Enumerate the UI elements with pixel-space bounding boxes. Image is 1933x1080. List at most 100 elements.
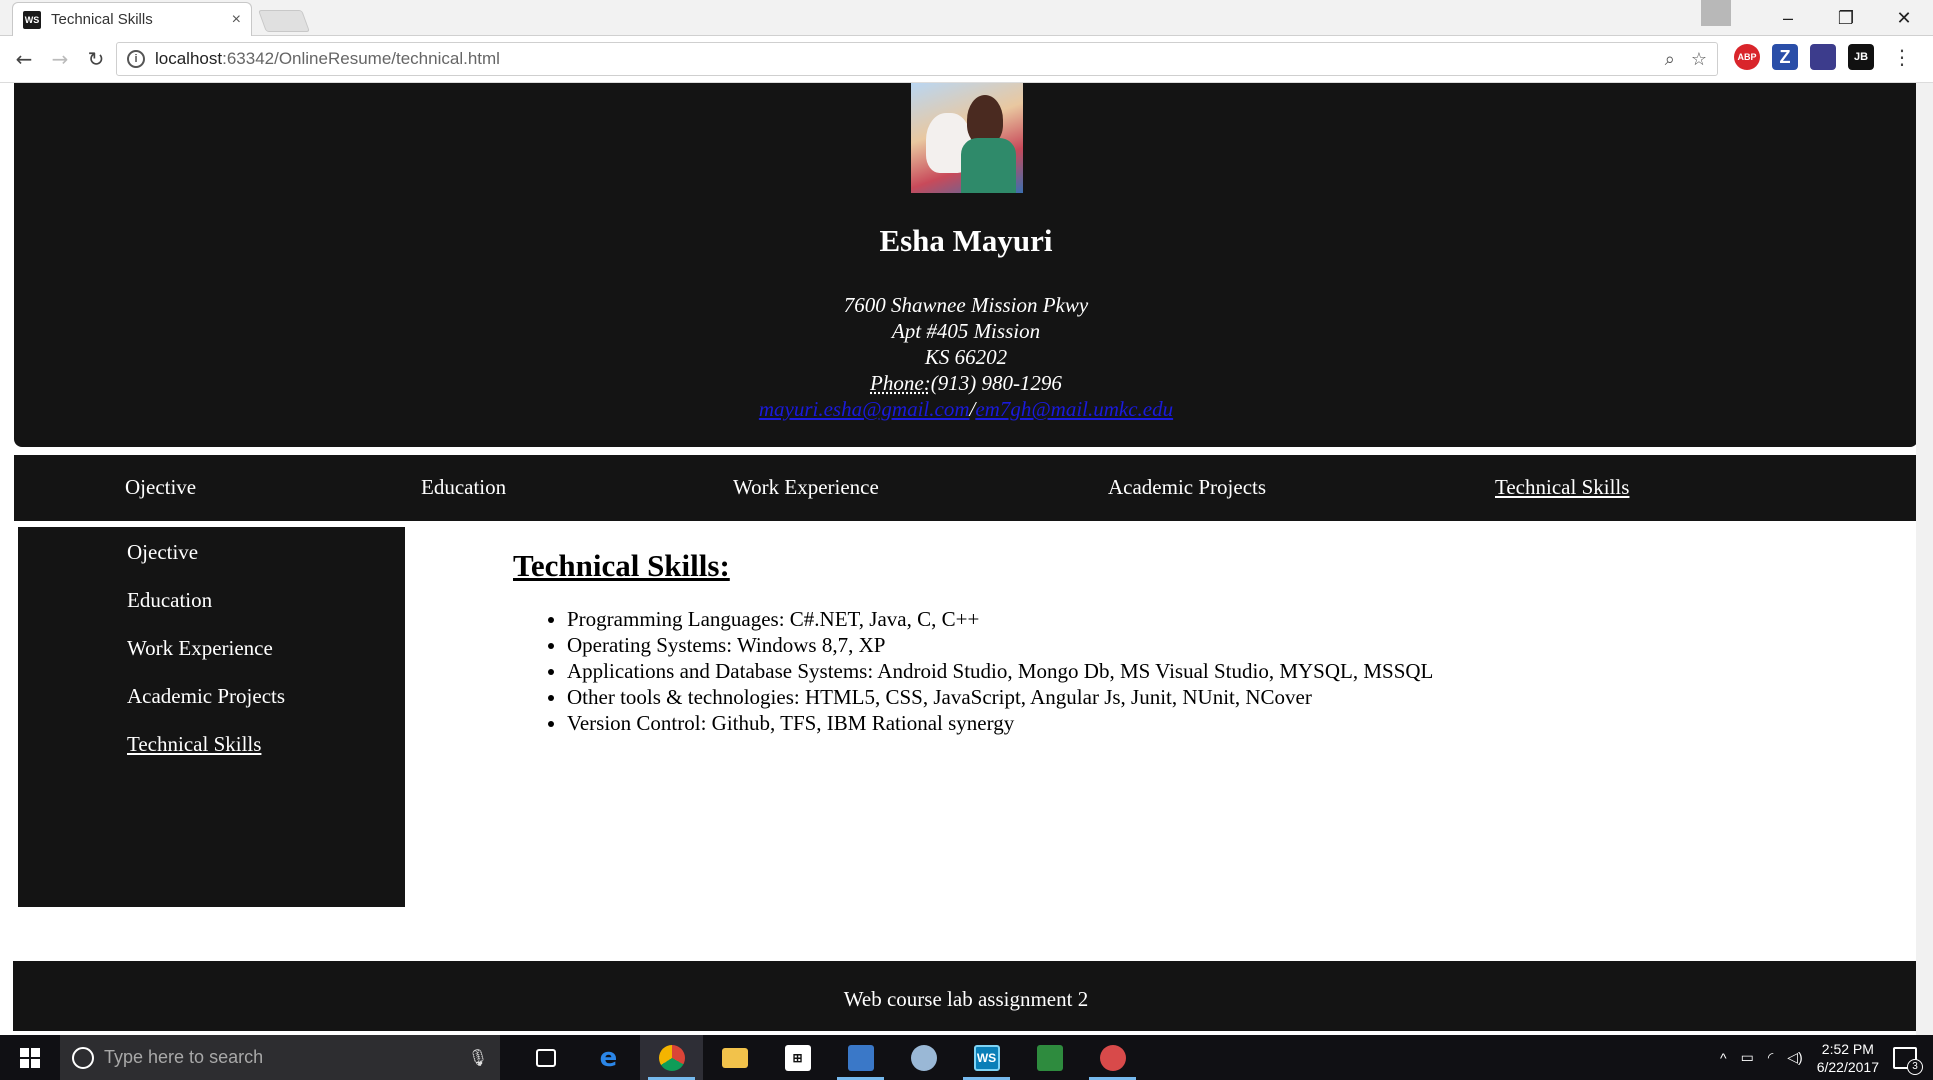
skill-item: Applications and Database Systems: Andro… [567, 658, 1813, 684]
taskbar-edge[interactable]: e [577, 1035, 640, 1080]
skill-item: Other tools & technologies: HTML5, CSS, … [567, 684, 1813, 710]
taskbar-search-placeholder: Type here to search [104, 1047, 264, 1067]
taskbar-search-box[interactable]: Type here to search 🎙 [60, 1035, 500, 1080]
back-button[interactable]: ← [6, 41, 42, 77]
adblock-extension-icon[interactable]: ABP [1734, 44, 1760, 70]
topnav-work-experience[interactable]: Work Experience [733, 475, 879, 500]
taskbar-store[interactable]: ⊞ [766, 1035, 829, 1080]
jetbrains-extension-icon[interactable]: JB [1848, 44, 1874, 70]
address-line-3: KS 66202 [924, 345, 1008, 369]
browser-tab[interactable]: WS Technical Skills × [12, 2, 252, 36]
minimize-button[interactable]: – [1759, 0, 1817, 36]
folder-icon [721, 1047, 748, 1068]
taskbar-app-snipping[interactable] [1081, 1035, 1144, 1080]
email-link-umkc[interactable]: em7gh@mail.umkc.edu [975, 397, 1173, 421]
address-bar[interactable]: i localhost:63342/OnlineResume/technical… [116, 42, 1718, 76]
skill-item: Programming Languages: C#.NET, Java, C, … [567, 606, 1813, 632]
sidebar-education[interactable]: Education [127, 588, 212, 613]
skill-item: Version Control: Github, TFS, IBM Ration… [567, 710, 1813, 736]
topnav-academic-projects[interactable]: Academic Projects [1108, 475, 1266, 500]
taskbar-file-explorer[interactable] [703, 1035, 766, 1080]
email-line: mayuri.esha@gmail.com/em7gh@mail.umkc.ed… [14, 396, 1918, 422]
tab-close-icon[interactable]: × [232, 11, 241, 29]
url-path: :63342/OnlineResume/technical.html [222, 49, 500, 68]
notification-count-badge: 3 [1907, 1058, 1923, 1075]
new-tab-button[interactable] [257, 10, 311, 32]
snipping-tool-icon [1099, 1044, 1126, 1071]
forward-button[interactable]: → [42, 41, 78, 77]
edge-icon: e [599, 1042, 618, 1073]
taskbar-chrome[interactable] [640, 1035, 703, 1080]
browser-menu-icon[interactable]: ⋮ [1892, 45, 1912, 69]
store-icon: ⊞ [784, 1044, 811, 1071]
taskbar-clock[interactable]: 2:52 PM 6/22/2017 [1817, 1040, 1879, 1076]
webstorm-favicon-icon: WS [23, 10, 41, 29]
phone-line: Phone:(913) 980-1296 [14, 370, 1918, 396]
skill-item: Operating Systems: Windows 8,7, XP [567, 632, 1813, 658]
show-hidden-icons-icon[interactable]: ^ [1720, 1050, 1727, 1066]
taskbar-apps: e ⊞ WS [514, 1035, 1144, 1080]
close-window-button[interactable]: ✕ [1875, 0, 1933, 36]
topnav-education[interactable]: Education [421, 475, 506, 500]
battery-icon[interactable]: ▭ [1741, 1049, 1754, 1066]
taskbar-webstorm[interactable]: WS [955, 1035, 1018, 1080]
cortana-icon [72, 1046, 94, 1069]
task-view-icon [535, 1048, 556, 1067]
main-content: Technical Skills: Programming Languages:… [513, 548, 1813, 736]
chrome-icon [658, 1044, 685, 1071]
window-controls: – ❐ ✕ [1701, 0, 1933, 36]
zotero-extension-icon[interactable]: Z [1772, 44, 1798, 70]
sidebar-academic-projects[interactable]: Academic Projects [127, 684, 285, 709]
top-navigation: Ojective Education Work Experience Acade… [14, 455, 1918, 521]
volume-icon[interactable]: ◁) [1787, 1049, 1802, 1066]
page-viewport: Esha Mayuri 7600 Shawnee Mission Pkwy Ap… [0, 83, 1933, 1035]
side-navigation: Ojective Education Work Experience Acade… [18, 527, 405, 907]
page-footer: Web course lab assignment 2 [13, 961, 1919, 1031]
browser-toolbar: ← → ↻ i localhost:63342/OnlineResume/tec… [0, 36, 1933, 83]
resume-name: Esha Mayuri [879, 223, 1053, 258]
windows-taskbar: Type here to search 🎙 e ⊞ WS ^ ▭ ◜ ◁) 2:… [0, 1035, 1933, 1080]
extensions-area: ABP Z JB ⋮ [1734, 44, 1912, 70]
section-heading: Technical Skills: [513, 548, 730, 583]
topnav-objective[interactable]: Ojective [125, 475, 196, 500]
chart-app-icon [1036, 1044, 1063, 1071]
taskbar-app-monitor[interactable] [829, 1035, 892, 1080]
sidebar-objective[interactable]: Ojective [127, 540, 198, 565]
paint-icon [910, 1044, 937, 1071]
system-tray: ^ ▭ ◜ ◁) 2:52 PM 6/22/2017 3 [1720, 1040, 1933, 1076]
tab-strip: WS Technical Skills × – ❐ ✕ [0, 0, 1933, 36]
sidebar-technical-skills[interactable]: Technical Skills [127, 732, 261, 757]
extension-icon[interactable] [1810, 44, 1836, 70]
windows-logo-icon [20, 1047, 40, 1068]
contact-address: 7600 Shawnee Mission Pkwy Apt #405 Missi… [14, 292, 1918, 422]
url-host: localhost [155, 49, 223, 68]
phone-number: (913) 980-1296 [930, 371, 1062, 395]
clock-time: 2:52 PM [1821, 1040, 1874, 1057]
address-line-2: Apt #405 Mission [891, 319, 1041, 343]
reload-button[interactable]: ↻ [78, 41, 114, 77]
zoom-icon[interactable]: ⌕ [1665, 49, 1675, 70]
profile-photo [911, 83, 1023, 193]
taskbar-app-paint[interactable] [892, 1035, 955, 1080]
task-view-button[interactable] [514, 1035, 577, 1080]
wifi-icon[interactable]: ◜ [1768, 1049, 1773, 1066]
topnav-technical-skills[interactable]: Technical Skills [1495, 475, 1629, 500]
bookmark-star-icon[interactable]: ☆ [1691, 49, 1707, 70]
start-button[interactable] [0, 1035, 60, 1080]
clock-date: 6/22/2017 [1816, 1058, 1879, 1075]
footer-text: Web course lab assignment 2 [843, 987, 1089, 1011]
email-link-gmail[interactable]: mayuri.esha@gmail.com [759, 397, 970, 421]
phone-label: Phone: [870, 371, 931, 395]
site-info-icon[interactable]: i [127, 50, 145, 68]
monitor-app-icon [847, 1044, 874, 1071]
taskbar-app-chart[interactable] [1018, 1035, 1081, 1080]
tab-title: Technical Skills [51, 11, 153, 28]
action-center-icon[interactable]: 3 [1893, 1046, 1923, 1075]
microphone-icon[interactable]: 🎙 [468, 1048, 488, 1068]
sidebar-work-experience[interactable]: Work Experience [127, 636, 273, 661]
restore-button[interactable]: ❐ [1817, 0, 1875, 36]
profile-icon[interactable] [1701, 0, 1731, 26]
page-scrollbar[interactable] [1916, 83, 1933, 1035]
skills-list: Programming Languages: C#.NET, Java, C, … [513, 606, 1813, 736]
address-line-1: 7600 Shawnee Mission Pkwy [843, 293, 1089, 317]
